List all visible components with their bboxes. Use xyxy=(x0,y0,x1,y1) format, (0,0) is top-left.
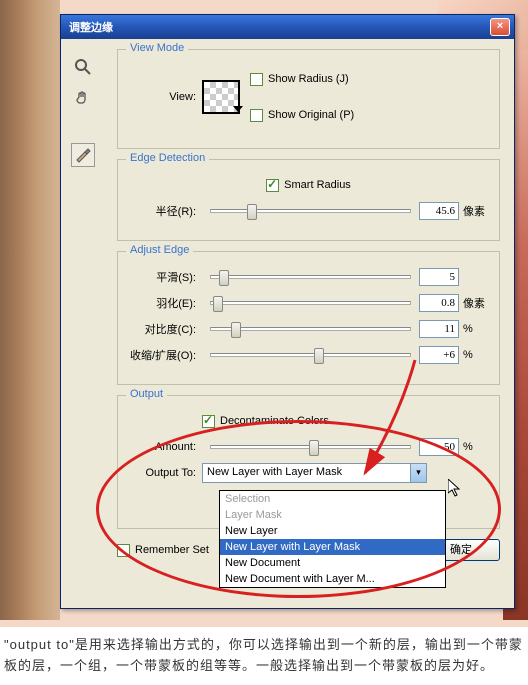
brush-icon[interactable] xyxy=(71,143,95,167)
close-button[interactable]: × xyxy=(490,18,510,36)
viewmode-group: View Mode View: Show Radius (J) Show Ori… xyxy=(117,49,500,149)
smooth-input[interactable] xyxy=(419,268,459,286)
chevron-down-icon[interactable]: ▾ xyxy=(410,464,426,482)
radius-label: 半径(R): xyxy=(130,203,202,219)
decon-checkbox[interactable] xyxy=(202,415,215,428)
shift-input[interactable] xyxy=(419,346,459,364)
show-radius-checkbox[interactable] xyxy=(250,73,263,86)
show-original-checkbox[interactable] xyxy=(250,109,263,122)
show-radius-row[interactable]: Show Radius (J) xyxy=(250,68,354,90)
adjust-group: Adjust Edge 平滑(S): 羽化(E):像素 对比度(C):% 收缩/… xyxy=(117,251,500,385)
dd-layermask[interactable]: Layer Mask xyxy=(220,507,445,523)
contrast-input[interactable] xyxy=(419,320,459,338)
dd-newlayer[interactable]: New Layer xyxy=(220,523,445,539)
outputto-dropdown-list[interactable]: Selection Layer Mask New Layer New Layer… xyxy=(219,490,446,588)
contrast-slider[interactable] xyxy=(210,327,411,331)
feather-slider[interactable] xyxy=(210,301,411,305)
titlebar[interactable]: 调整边缘 × xyxy=(61,15,514,39)
amount-input[interactable] xyxy=(419,438,459,456)
output-legend: Output xyxy=(126,388,167,400)
radius-slider[interactable] xyxy=(210,209,411,213)
dialog-title: 调整边缘 xyxy=(65,19,490,35)
dd-selection[interactable]: Selection xyxy=(220,491,445,507)
tool-column xyxy=(71,55,101,173)
radius-input[interactable] xyxy=(419,202,459,220)
dd-newlayer-mask[interactable]: New Layer with Layer Mask xyxy=(220,539,445,555)
edge-legend: Edge Detection xyxy=(126,152,209,164)
adjust-legend: Adjust Edge xyxy=(126,244,193,256)
show-original-row[interactable]: Show Original (P) xyxy=(250,104,354,126)
dd-newdoc[interactable]: New Document xyxy=(220,555,445,571)
shift-slider[interactable] xyxy=(210,353,411,357)
smooth-slider[interactable] xyxy=(210,275,411,279)
zoom-icon[interactable] xyxy=(71,55,95,79)
viewmode-legend: View Mode xyxy=(126,42,188,54)
edge-group: Edge Detection Smart Radius 半径(R): 像素 xyxy=(117,159,500,241)
hand-icon[interactable] xyxy=(71,85,95,109)
feather-input[interactable] xyxy=(419,294,459,312)
amount-slider[interactable] xyxy=(210,445,411,449)
smart-radius-checkbox[interactable] xyxy=(266,179,279,192)
outputto-dropdown[interactable]: New Layer with Layer Mask▾ xyxy=(202,463,427,483)
view-label: View: xyxy=(130,91,202,103)
dd-newdoc-mask[interactable]: New Document with Layer M... xyxy=(220,571,445,587)
caption-text: "output to"是用来选择输出方式的，你可以选择输出到一个新的层，输出到一… xyxy=(0,627,528,685)
remember-checkbox[interactable] xyxy=(117,544,130,557)
view-preview-button[interactable] xyxy=(202,80,240,114)
